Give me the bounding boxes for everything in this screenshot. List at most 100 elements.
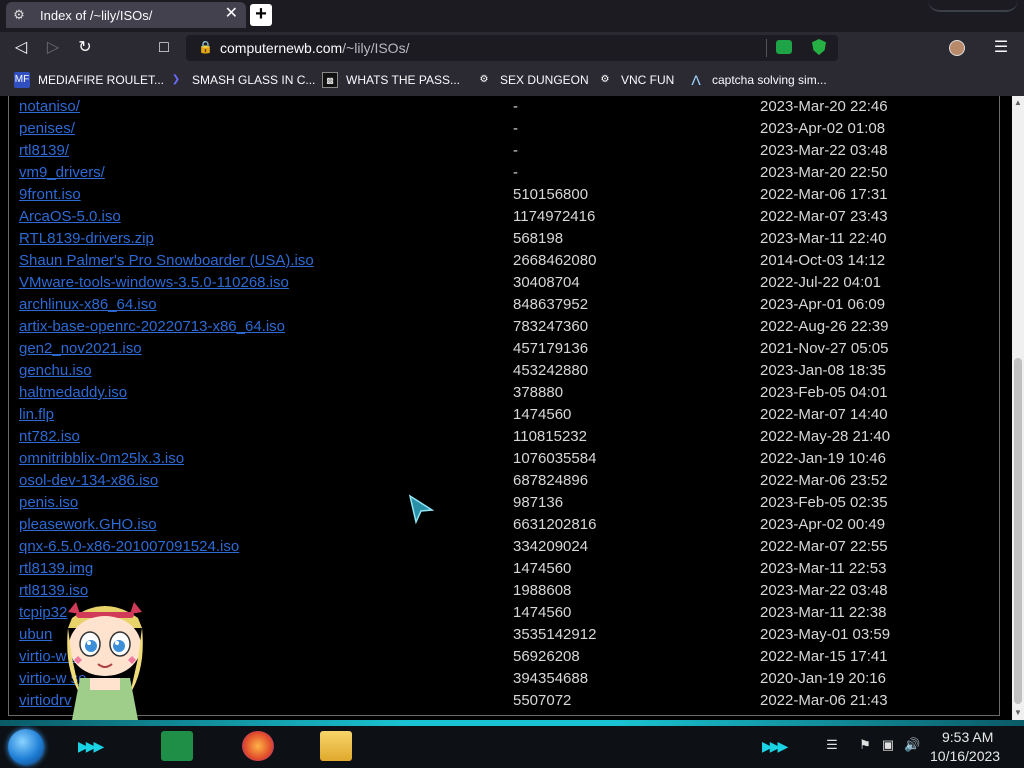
scroll-up-icon[interactable]: ▲ [1012,98,1024,108]
file-size: 2668462080 [513,252,597,269]
file-size: 987136 [513,494,564,511]
bookmark-item[interactable]: MF MEDIAFIRE ROULET... [14,71,164,89]
file-link[interactable]: penises/ [19,120,75,137]
file-size: 783247360 [513,318,589,335]
file-link[interactable]: ubun [19,626,52,643]
scrollbar-thumb[interactable] [1014,358,1022,704]
table-row: osol-dev-134-x86.iso 687824896 2022-Mar-06… [0,472,1000,494]
table-row: vm9_drivers/ - 2023-Mar-20 22:50 [0,164,1000,186]
navigation-toolbar: ◁ ▷ ↻ □ 🔒 computernewb.com/~lily/ISOs/ ☰ [0,32,1024,64]
bookmark-item[interactable]: ⚙ SEX DUNGEON [476,71,589,89]
file-size: - [513,120,518,137]
file-link[interactable]: rtl8139/ [19,142,69,159]
file-date: 2022-Mar-07 14:40 [760,406,888,423]
bookmark-icon: ⚙ [479,74,489,85]
table-row: archlinux-x86_64.iso 848637952 2023-Apr-01… [0,296,1000,318]
file-link[interactable]: artix-base-openrc-20220713-x86_64.iso [19,318,285,335]
file-link[interactable]: omnitribblix-0m25lx.3.iso [19,450,184,467]
close-tab-icon[interactable]: ✕ [225,6,238,22]
network-icon[interactable]: ▣ [880,737,896,753]
file-link[interactable]: archlinux-x86_64.iso [19,296,157,313]
file-date: 2023-Mar-20 22:50 [760,164,888,181]
file-size: 1988608 [513,582,572,599]
file-size: 457179136 [513,340,589,357]
extension-shield-icon[interactable] [812,39,826,55]
file-size: 378880 [513,384,564,401]
forward-button[interactable]: ▷ [44,39,62,57]
file-date: 2014-Oct-03 14:12 [760,252,886,269]
file-link[interactable]: rtl8139.img [19,560,93,577]
extension-notes-icon[interactable] [776,40,792,54]
notes-app-icon[interactable] [161,731,193,761]
table-row: RTL8139-drivers.zip 568198 2023-Mar-11 22:… [0,230,1000,252]
tab-active[interactable]: ⚙ Index of /~lily/ISOs/ ✕ [6,2,246,28]
file-link[interactable]: qnx-6.5.0-x86-201007091524.iso [19,538,239,555]
file-link[interactable]: vm9_drivers/ [19,164,105,181]
url-divider [766,39,767,57]
file-link[interactable]: osol-dev-134-x86.iso [19,472,158,489]
file-date: 2023-Feb-05 02:35 [760,494,888,511]
bookmark-item[interactable]: ▩ WHATS THE PASS... [322,71,460,89]
file-date: 2022-Jul-22 04:01 [760,274,881,291]
scroll-down-icon[interactable]: ▼ [1012,708,1024,718]
url-text[interactable]: computernewb.com/~lily/ISOs/ [220,40,409,56]
file-link[interactable]: VMware-tools-windows-3.5.0-110268.iso [19,274,289,291]
table-row: genchu.iso 453242880 2023-Jan-08 18:35 [0,362,1000,384]
firefox-icon[interactable] [242,731,274,761]
address-bar[interactable]: 🔒 computernewb.com/~lily/ISOs/ [186,35,838,61]
reload-button[interactable]: ↻ [76,39,94,57]
bookmark-item[interactable]: ⚙ VNC FUN [597,71,675,89]
file-date: 2023-Apr-01 06:09 [760,296,886,313]
back-button[interactable]: ◁ [12,39,30,57]
file-link[interactable]: lin.flp [19,406,54,423]
table-row: Shaun Palmer's Pro Snowboarder (USA).iso… [0,252,1000,274]
bookmark-item[interactable]: ❯ SMASH GLASS IN C... [168,71,316,89]
file-link[interactable]: genchu.iso [19,362,92,379]
mouse-cursor-icon [408,494,434,524]
file-date: 2023-Apr-02 00:49 [760,516,886,533]
file-date: 2022-Mar-06 23:52 [760,472,888,489]
file-size: - [513,142,518,159]
page-scrollbar[interactable]: ▲ ▼ [1012,96,1024,720]
file-link[interactable]: ArcaOS-5.0.iso [19,208,121,225]
file-link[interactable]: gen2_nov2021.iso [19,340,142,357]
file-link[interactable]: nt782.iso [19,428,80,445]
file-size: 1474560 [513,604,572,621]
clock-date[interactable]: 10/16/2023 [930,748,1000,764]
lock-icon: 🔒 [198,40,213,54]
window-decoration [928,0,1018,12]
bookmark-item[interactable]: Λ captcha solving sim... [688,71,826,89]
table-row: gen2_nov2021.iso 457179136 2021-Nov-27 05:… [0,340,1000,362]
file-date: 2022-Mar-06 17:31 [760,186,888,203]
volume-icon[interactable]: 🔊 [904,737,920,753]
table-row: artix-base-openrc-20220713-x86_64.iso 783… [0,318,1000,340]
file-explorer-icon[interactable] [320,731,352,761]
flag-icon[interactable]: ⚑ [857,737,873,753]
table-row: pleasework.GHO.iso 6631202816 2023-Apr-02 … [0,516,1000,538]
bookmark-icon: ❯ [171,74,181,85]
file-date: 2023-Feb-05 04:01 [760,384,888,401]
file-link[interactable]: 9front.iso [19,186,81,203]
file-size: 394354688 [513,670,589,687]
file-link[interactable]: haltmedaddy.iso [19,384,127,401]
file-link[interactable]: pleasework.GHO.iso [19,516,157,533]
table-row: nt782.iso 110815232 2022-May-28 21:40 [0,428,1000,450]
start-orb-icon[interactable] [8,729,44,765]
menu-hamburger-icon[interactable]: ☰ [992,39,1010,57]
character-sticker [67,602,143,720]
bookmark-icon: ▩ [322,72,338,88]
bookmark-star-icon[interactable]: □ [155,39,173,57]
table-row: lin.flp 1474560 2022-Mar-07 14:40 [0,406,1000,428]
file-link[interactable]: notaniso/ [19,98,80,115]
file-link[interactable]: Shaun Palmer's Pro Snowboarder (USA).iso [19,252,314,269]
file-link[interactable]: rtl8139.iso [19,582,88,599]
account-avatar[interactable] [949,40,965,56]
tray-lines-icon[interactable]: ☰ [824,737,840,753]
file-link[interactable]: RTL8139-drivers.zip [19,230,154,247]
table-row: haltmedaddy.iso 378880 2023-Feb-05 04:01 [0,384,1000,406]
clock-time[interactable]: 9:53 AM [942,729,993,745]
file-size: 3535142912 [513,626,597,643]
bookmark-icon: ⚙ [600,74,610,85]
file-link[interactable]: penis.iso [19,494,78,511]
new-tab-button[interactable]: + [250,4,272,26]
